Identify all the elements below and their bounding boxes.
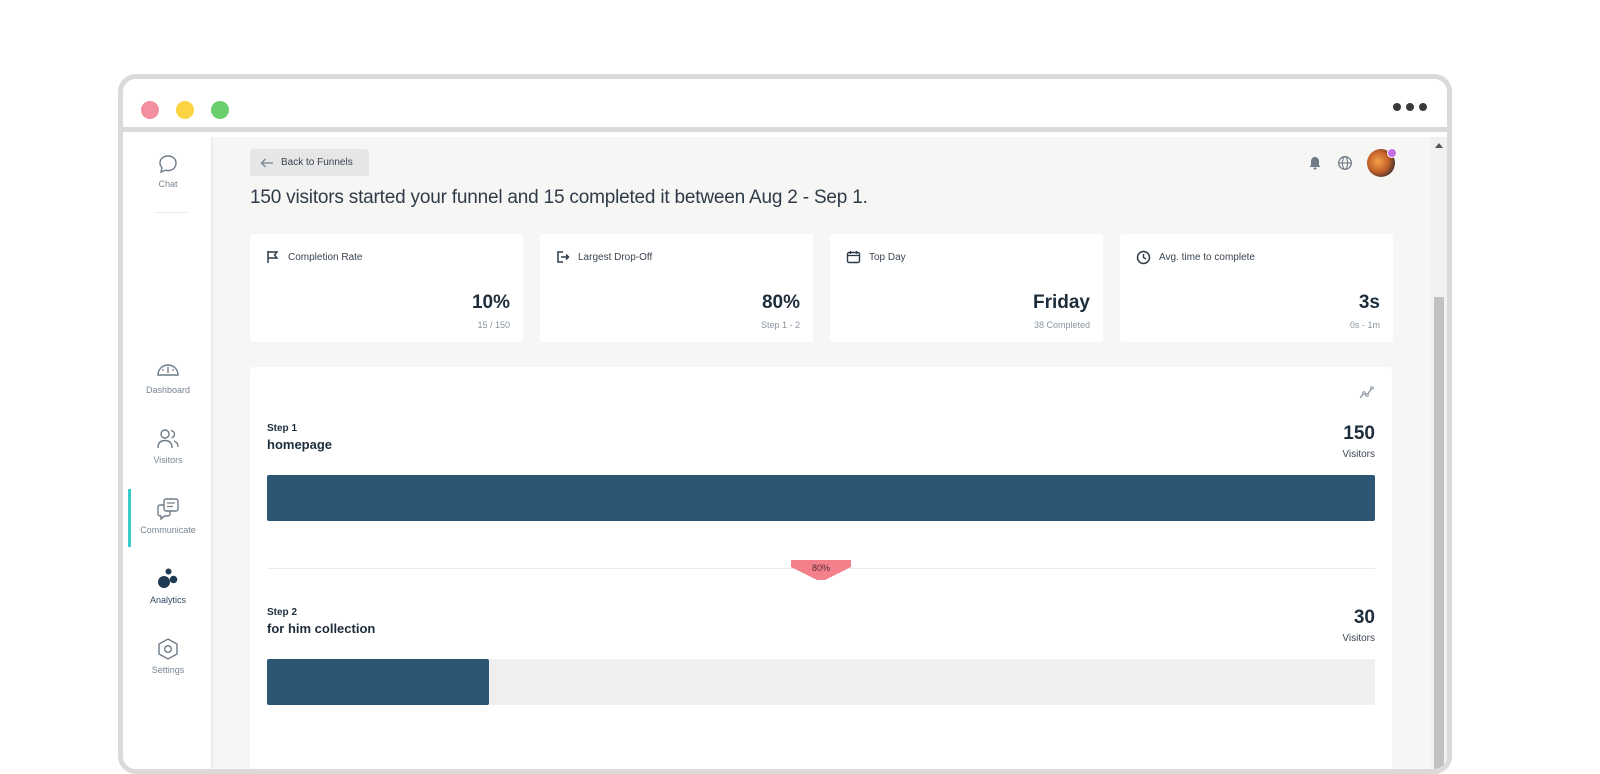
page-title: 150 visitors started your funnel and 15 …	[250, 187, 868, 208]
dropoff-percent: 80%	[811, 563, 830, 573]
step-count: 30	[1353, 607, 1375, 628]
messages-icon	[157, 498, 179, 521]
sidebar-item-label: Dashboard	[145, 385, 191, 395]
users-icon	[157, 429, 179, 449]
step-count: 150	[1343, 423, 1375, 444]
metric-sub: 38 Completed	[1033, 320, 1090, 330]
sidebar-item-analytics[interactable]: Analytics	[123, 567, 213, 605]
step-name: homepage	[267, 437, 333, 452]
sidebar-item-communicate[interactable]: Communicate	[123, 489, 213, 547]
app-area: Chat Dashboard Visitors Communicate Anal…	[123, 137, 1447, 769]
exit-icon	[557, 251, 570, 263]
metric-sub: 0s - 1m	[1349, 320, 1380, 330]
more-horizontal-icon[interactable]	[1393, 103, 1427, 111]
clock-icon	[1136, 250, 1151, 265]
maximize-window-button[interactable]	[211, 101, 229, 119]
close-window-button[interactable]	[141, 101, 159, 119]
metric-card-avg-time: Avg. time to complete 3s 0s - 1m	[1120, 234, 1393, 342]
funnel-step: Step 1 homepage 150 Visitors	[267, 423, 1375, 521]
funnel-bar-track	[267, 475, 1375, 521]
hexagon-gear-icon	[158, 638, 178, 660]
dropoff-badge: 80%	[791, 560, 851, 580]
browser-window: Chat Dashboard Visitors Communicate Anal…	[118, 74, 1452, 774]
flag-icon	[267, 251, 279, 263]
metric-value: 80%	[761, 292, 800, 313]
sidebar-item-chat[interactable]: Chat	[123, 153, 213, 189]
step-number: Step 1	[267, 423, 298, 434]
sidebar-item-label: Visitors	[153, 455, 183, 465]
metric-label: Top Day	[846, 250, 906, 264]
metric-label: Completion Rate	[266, 250, 362, 264]
metric-card-completion-rate: Completion Rate 10% 15 / 150	[250, 234, 523, 342]
sidebar-item-label: Chat	[158, 179, 178, 189]
trend-chart-icon[interactable]	[1358, 385, 1374, 401]
metric-label: Avg. time to complete	[1136, 250, 1255, 265]
scrollbar-thumb[interactable]	[1434, 297, 1444, 769]
sidebar-item-label: Analytics	[149, 595, 186, 605]
metric-sub: 15 / 150	[477, 320, 510, 330]
step-number: Step 2	[267, 607, 298, 618]
metric-card-largest-drop-off: Largest Drop-Off 80% Step 1 - 2	[540, 234, 813, 342]
scroll-up-icon[interactable]	[1435, 143, 1443, 148]
header-icons	[1307, 148, 1397, 177]
step-unit: Visitors	[1342, 449, 1375, 460]
metric-value: 3s	[1358, 292, 1380, 313]
minimize-window-button[interactable]	[176, 101, 194, 119]
bell-icon[interactable]	[1307, 155, 1323, 171]
gauge-icon	[157, 364, 179, 376]
calendar-icon	[846, 251, 861, 264]
sidebar-item-dashboard[interactable]: Dashboard	[123, 357, 213, 395]
sidebar-item-visitors[interactable]: Visitors	[123, 427, 213, 465]
arrow-left-icon	[260, 158, 273, 167]
analytics-dots-icon	[158, 568, 178, 588]
metric-value: Friday	[1032, 292, 1090, 313]
sidebar-item-label: Communicate	[140, 525, 196, 535]
divider	[155, 212, 187, 213]
globe-icon[interactable]	[1337, 155, 1353, 171]
back-button-label: Back to Funnels	[281, 157, 353, 168]
vertical-scrollbar[interactable]	[1431, 137, 1447, 769]
metric-card-top-day: Top Day Friday 38 Completed	[830, 234, 1103, 342]
funnel-bar-fill[interactable]	[267, 475, 1375, 521]
metric-value: 10%	[471, 292, 510, 313]
main-content: Back to Funnels 150 visitors started you…	[213, 137, 1447, 769]
funnel-bar-fill[interactable]	[267, 659, 489, 705]
window-titlebar	[123, 79, 1447, 132]
metric-label: Largest Drop-Off	[556, 250, 652, 264]
sidebar-item-settings[interactable]: Settings	[123, 637, 213, 675]
chat-bubble-icon	[159, 155, 177, 174]
back-to-funnels-button[interactable]: Back to Funnels	[250, 149, 369, 176]
sidebar-item-label: Settings	[151, 665, 185, 675]
avatar[interactable]	[1367, 148, 1397, 177]
funnel-panel: Step 1 homepage 150 Visitors 80% Step 2 …	[250, 367, 1392, 769]
metric-sub: Step 1 - 2	[760, 320, 800, 330]
step-name: for him collection	[267, 621, 376, 636]
funnel-bar-track	[267, 659, 1375, 705]
funnel-step: Step 2 for him collection 30 Visitors	[267, 607, 1375, 705]
step-unit: Visitors	[1342, 633, 1375, 644]
metric-cards: Completion Rate 10% 15 / 150 Largest Dro…	[250, 234, 1393, 342]
sidebar: Chat Dashboard Visitors Communicate Anal…	[123, 137, 213, 769]
